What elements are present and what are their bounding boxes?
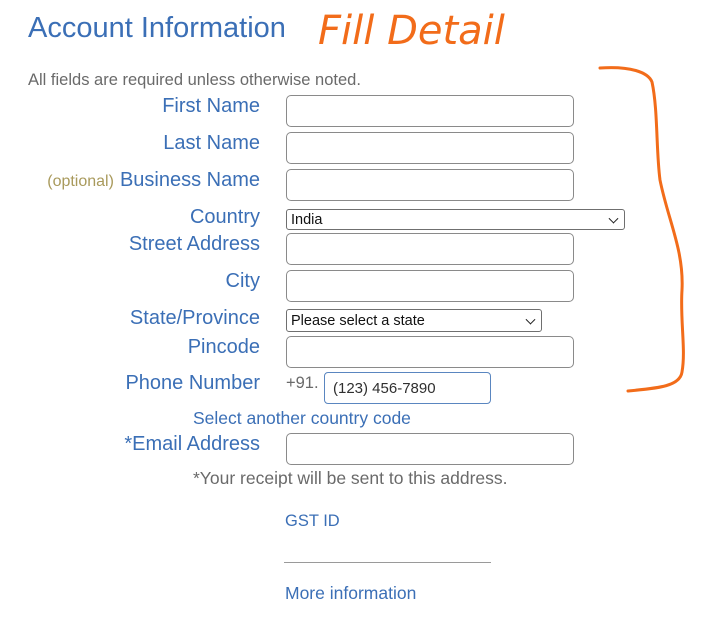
email-field[interactable] [286,433,574,465]
state-label: State/Province [129,307,260,329]
business-name-label: Business Name [119,169,260,191]
handwritten-annotation-text: Fill Detail [318,8,505,54]
gst-id-label: GST ID [285,512,340,530]
business-name-label-group: (optional) Business Name [47,169,260,192]
first-name-label: First Name [162,95,260,117]
country-label: Country [189,206,260,228]
required-fields-note: All fields are required unless otherwise… [28,71,361,89]
optional-tag: (optional) [47,173,114,190]
pincode-field[interactable] [286,336,574,368]
last-name-label: Last Name [163,132,260,154]
phone-number-field[interactable] [324,372,491,404]
first-name-field[interactable] [286,95,574,127]
street-address-field[interactable] [286,233,574,265]
select-country-code-link[interactable]: Select another country code [193,408,411,429]
pincode-label: Pincode [187,336,260,358]
email-receipt-note: *Your receipt will be sent to this addre… [193,468,508,488]
state-selected-value: Please select a state [291,312,425,329]
gst-id-underline-field[interactable] [284,562,491,563]
country-select[interactable]: India [286,209,625,230]
state-select[interactable]: Please select a state [286,309,542,332]
page-title: Account Information [28,12,286,44]
street-address-label: Street Address [128,233,260,255]
chevron-down-icon [608,213,619,224]
business-name-field[interactable] [286,169,574,201]
phone-country-prefix: +91. [286,374,319,392]
city-field[interactable] [286,270,574,302]
city-label: City [225,270,260,292]
last-name-field[interactable] [286,132,574,164]
more-information-link[interactable]: More information [285,583,416,604]
phone-number-label: Phone Number [125,372,260,394]
country-selected-value: India [291,211,323,228]
email-label: *Email Address [124,433,260,455]
chevron-down-icon [525,314,536,325]
